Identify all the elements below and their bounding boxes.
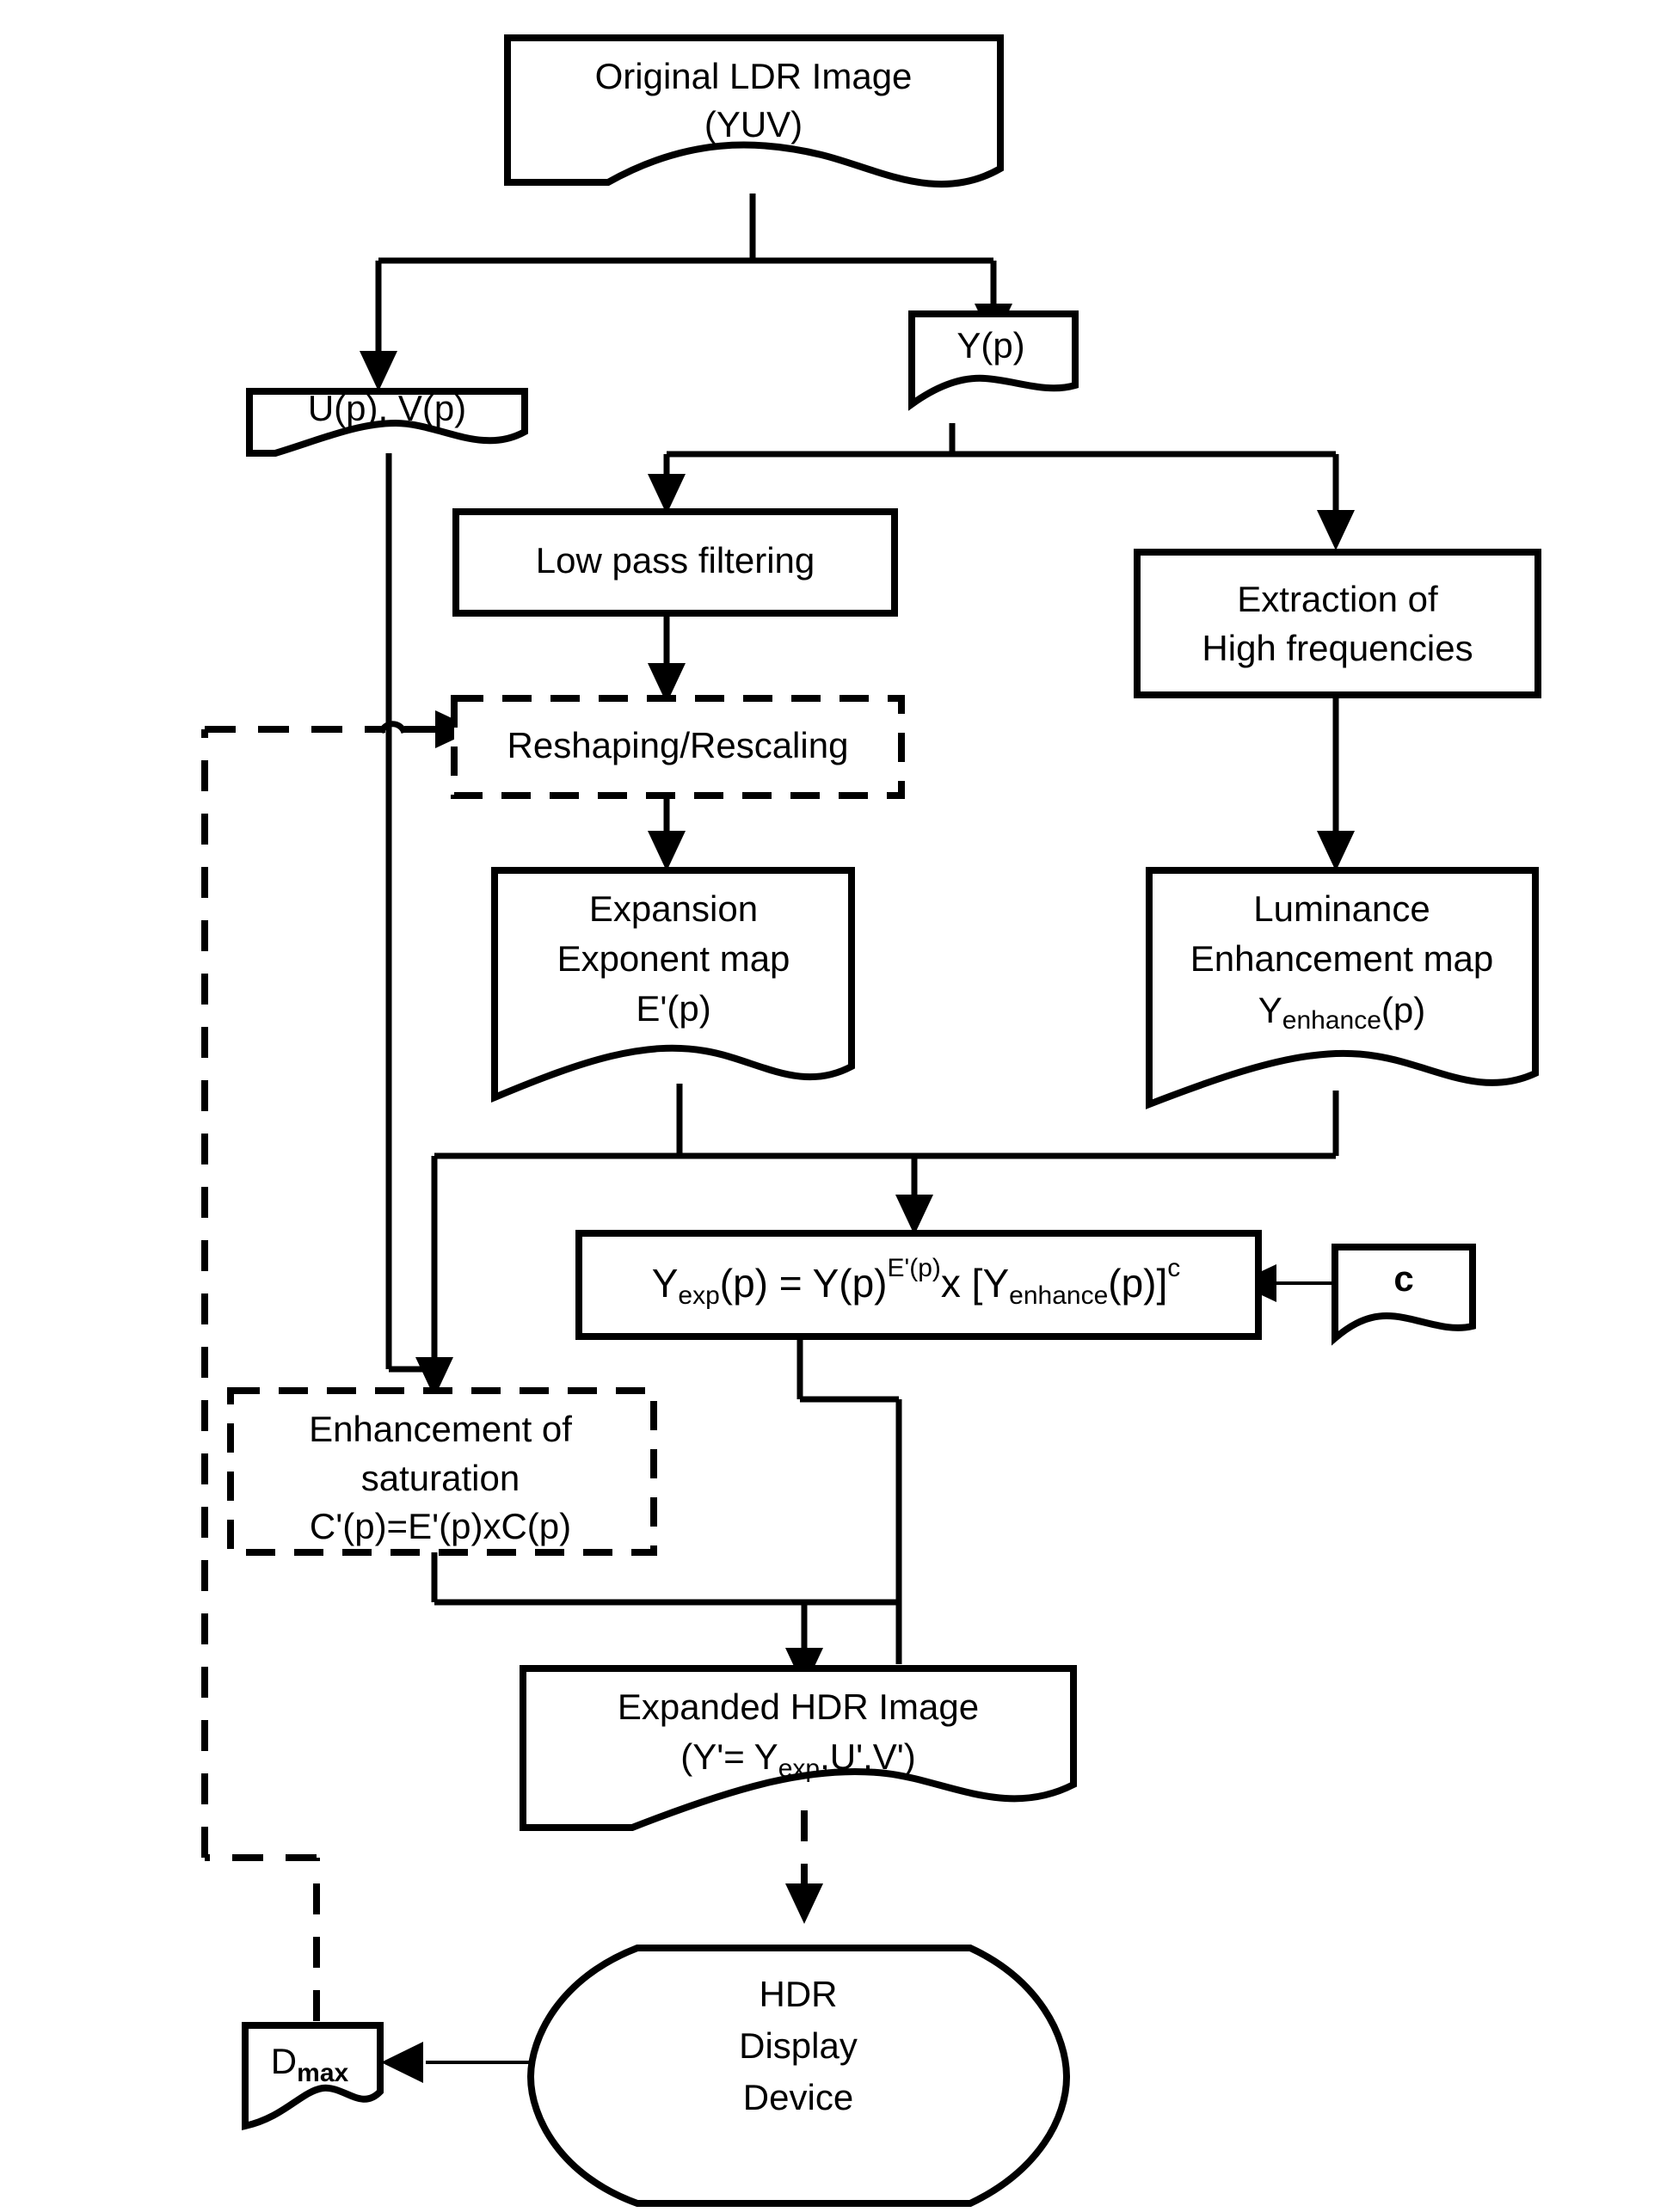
hdr-display-line2: Display [739, 2025, 858, 2066]
node-hdr-display-device[interactable]: HDR Display Device [526, 1945, 1071, 2207]
edge-extraction-to-luminance [1317, 695, 1355, 871]
luminance-y-tail: (p) [1381, 990, 1425, 1030]
luminance-y-base: Y [1258, 990, 1282, 1030]
luminance-line1: Luminance [1253, 888, 1430, 929]
hdr-image-line2-a: (Y'= Y [680, 1736, 778, 1777]
node-dmax[interactable]: Dmax [242, 2022, 384, 2130]
arrowhead-to-dmax [381, 2042, 423, 2083]
node-expansion-exponent-map[interactable]: Expansion Exponent map E'(p) [491, 867, 855, 1103]
flowchart-canvas: Original LDR Image (YUV) U(p), V(p) Y(p)… [0, 0, 1679, 2212]
arrowhead-to-expansion [648, 831, 686, 871]
formula-t1-sub: exp [678, 1281, 719, 1310]
node-c-parameter[interactable]: c [1332, 1244, 1476, 1346]
y-label: Y(p) [956, 325, 1024, 366]
node-expanded-hdr-image[interactable]: Expanded HDR Image (Y'= Yexp,U',V') [520, 1665, 1077, 1831]
extraction-line1: Extraction of [1237, 579, 1438, 619]
arrowhead-to-luminance [1317, 831, 1355, 871]
edge-maps-to-formula [434, 1084, 1339, 1235]
edge-expansion-to-saturation [389, 1156, 453, 1398]
saturation-line2: saturation [361, 1458, 520, 1498]
dmax-base: D [271, 2041, 297, 2081]
node-y[interactable]: Y(p) [908, 310, 1079, 411]
dmax-sub: max [297, 2059, 348, 2087]
original-ldr-line1: Original LDR Image [595, 56, 913, 96]
node-reshaping-rescaling[interactable]: Reshaping/Rescaling [451, 695, 905, 799]
expansion-line2: Exponent map [557, 938, 790, 979]
hdr-image-line1: Expanded HDR Image [618, 1687, 979, 1727]
formula-t1: Y [652, 1261, 679, 1306]
saturation-line1: Enhancement of [309, 1409, 572, 1449]
node-extraction-high-frequencies[interactable]: Extraction of High frequencies [1134, 549, 1541, 698]
flowchart-svg: Original LDR Image (YUV) U(p), V(p) Y(p)… [201, 34, 1541, 2207]
formula-t4-sup: c [1167, 1254, 1180, 1282]
arrowhead-to-display [785, 1883, 823, 1924]
arrowhead-to-extraction [1317, 510, 1355, 550]
edge-lowpass-to-reshaping [648, 613, 686, 704]
reshaping-label: Reshaping/Rescaling [507, 725, 849, 765]
arrowhead-to-formula [895, 1195, 933, 1235]
saturation-line3: C'(p)=E'(p)xC(p) [310, 1506, 571, 1546]
luminance-line2: Enhancement map [1190, 938, 1494, 979]
luminance-y-sub: enhance [1282, 1006, 1381, 1035]
edge-hdrimage-to-display [785, 1810, 823, 1924]
node-uv[interactable]: U(p), V(p) [246, 388, 528, 457]
hdr-display-line1: HDR [760, 1974, 838, 2014]
node-enhancement-of-saturation[interactable]: Enhancement of saturation C'(p)=E'(p)xC(… [227, 1387, 657, 1556]
uv-label: U(p), V(p) [308, 388, 466, 428]
edge-reshaping-to-expansion [648, 796, 686, 871]
node-original-ldr-image[interactable]: Original LDR Image (YUV) [504, 34, 1004, 188]
node-luminance-enhancement-map[interactable]: Luminance Enhancement map Yenhance(p) [1146, 867, 1539, 1109]
formula-t3: x [Y [941, 1261, 1009, 1306]
formula-t2: (p) = Y(p) [720, 1261, 888, 1306]
arrowhead-to-lowpass [648, 474, 686, 514]
expansion-line3: E'(p) [636, 988, 710, 1029]
original-ldr-line2: (YUV) [704, 104, 803, 144]
node-low-pass-filtering[interactable]: Low pass filtering [452, 508, 898, 617]
arrowhead-to-uv [360, 351, 397, 391]
formula-t4: (p)] [1108, 1261, 1167, 1306]
node-expansion-formula[interactable]: Yexp(p) = Y(p)E'(p)x [Yenhance(p)]c [575, 1230, 1262, 1340]
formula-t2-sup: E'(p) [888, 1254, 941, 1282]
hdr-display-line3: Device [743, 2077, 853, 2117]
extraction-line2: High frequencies [1202, 628, 1473, 668]
formula-t3-sub: enhance [1009, 1281, 1108, 1310]
hdr-image-line2-b: ,U',V') [820, 1736, 916, 1777]
expansion-line1: Expansion [589, 888, 758, 929]
hdr-image-line2-sub: exp [778, 1754, 820, 1783]
c-label: c [1393, 1258, 1413, 1299]
low-pass-label: Low pass filtering [536, 540, 815, 581]
